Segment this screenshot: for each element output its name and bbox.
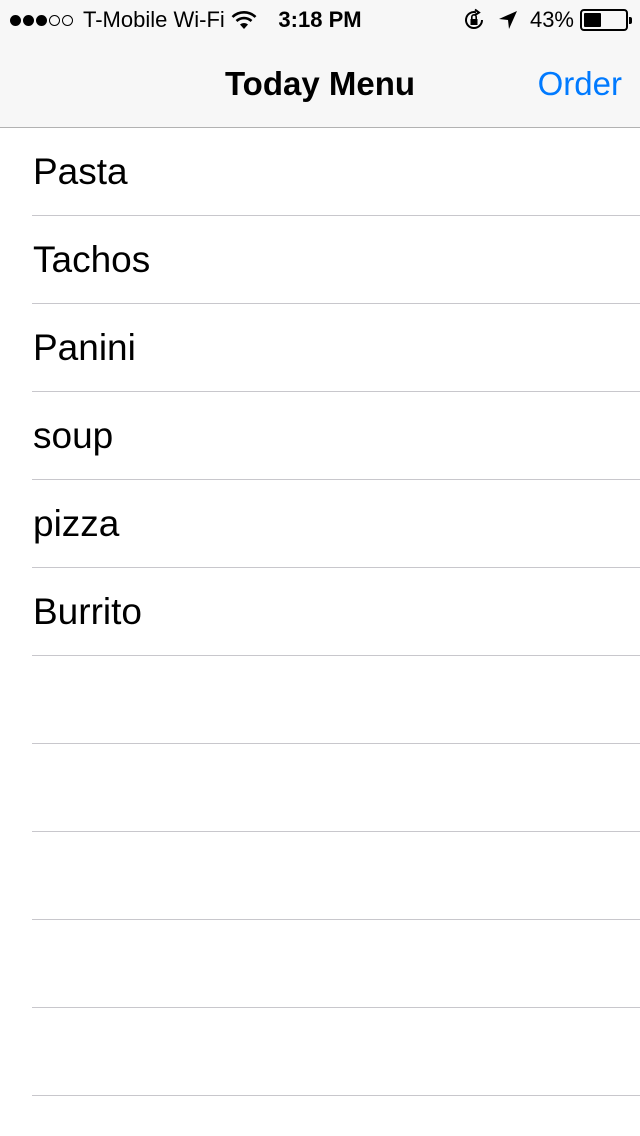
empty-row	[0, 1096, 640, 1136]
menu-item-label: Burrito	[33, 591, 142, 632]
menu-list: Pasta Tachos Panini soup pizza Burrito	[0, 128, 640, 1136]
empty-row	[0, 1008, 640, 1096]
battery-level-fill	[584, 13, 601, 27]
menu-item-label: soup	[33, 415, 114, 456]
menu-item[interactable]: Pasta	[0, 128, 640, 216]
order-button[interactable]: Order	[538, 40, 622, 128]
location-arrow-icon	[498, 10, 518, 30]
empty-row	[0, 832, 640, 920]
navigation-bar: Today Menu Order	[0, 40, 640, 128]
battery-percentage: 43%	[529, 7, 574, 32]
orientation-lock-icon	[462, 8, 486, 32]
empty-row	[0, 656, 640, 744]
menu-item-label: Tachos	[33, 239, 151, 280]
menu-item[interactable]: Tachos	[0, 216, 640, 304]
empty-row	[0, 920, 640, 1008]
empty-row	[0, 744, 640, 832]
status-right: 43%	[462, 7, 632, 33]
menu-item[interactable]: pizza	[0, 480, 640, 568]
status-bar: T-Mobile Wi-Fi 3:18 PM 43%	[0, 0, 640, 40]
battery-nub	[629, 17, 632, 24]
menu-item-label: Panini	[33, 327, 136, 368]
menu-item-label: Pasta	[33, 151, 128, 192]
menu-item[interactable]: Panini	[0, 304, 640, 392]
menu-item[interactable]: soup	[0, 392, 640, 480]
top-bar: T-Mobile Wi-Fi 3:18 PM 43% Today Menu Or…	[0, 0, 640, 128]
menu-item[interactable]: Burrito	[0, 568, 640, 656]
menu-item-label: pizza	[33, 503, 120, 544]
battery-icon	[580, 9, 632, 31]
